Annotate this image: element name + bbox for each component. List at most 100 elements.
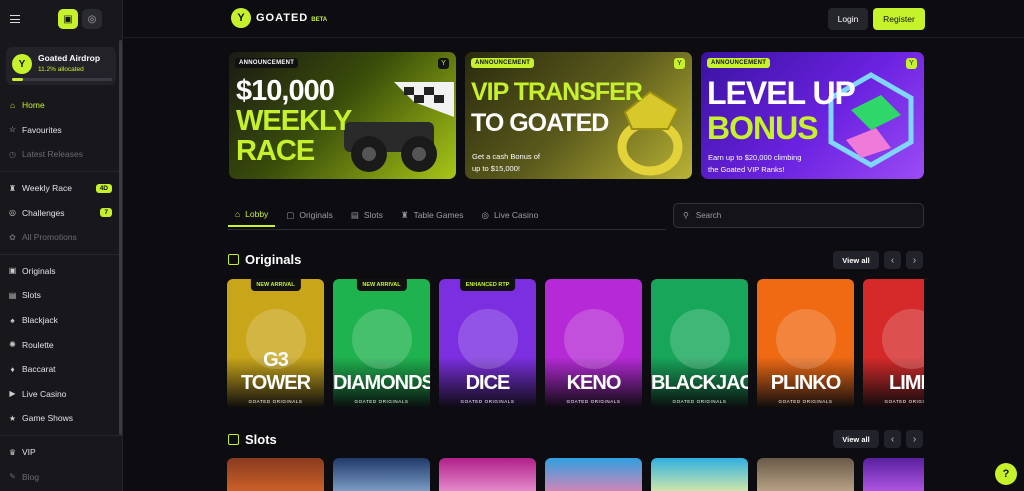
brand-logo[interactable]: Y GOATED BETA [231,8,327,28]
slot-card[interactable] [333,458,430,491]
game-name: DICE [465,372,511,394]
slots-carousel [227,458,924,491]
slots-next-icon[interactable]: › [906,430,923,448]
tab-table-games[interactable]: ♜ Table Games [394,203,471,227]
slots-icon [228,434,239,445]
game-subtitle: GOATED ORIGINALS [566,399,621,404]
search-input[interactable]: ⚲ Search [673,203,924,228]
register-button[interactable]: Register [873,8,925,30]
nav-separator [0,434,122,436]
slots-view-all-button[interactable]: View all [833,430,879,448]
banner-level-up[interactable]: ANNOUNCEMENT Y LEVEL UP BONUS Earn up to… [701,52,924,179]
game-art [775,309,836,369]
sidebar-item-label: Game Shows [22,413,74,424]
star-icon: ☆ [8,125,17,135]
spade-icon: ♠ [10,315,15,325]
sidebar-item-game-shows[interactable]: ★ Game Shows [0,406,122,431]
slot-card[interactable] [863,458,924,491]
sidebar-item-label: Latest Releases [22,149,83,160]
originals-next-icon[interactable]: › [906,251,923,269]
support-chat-icon[interactable]: ? [995,463,1017,485]
search-placeholder: Search [695,211,722,220]
banner-weekly-race[interactable]: ANNOUNCEMENT Y $10,000 WEEKLY RACE [229,52,456,179]
sidebar-item-label: Live Casino [22,388,67,399]
sidebar-item-home[interactable]: ⌂ Home [0,93,122,118]
banner-headline: VIP TRANSFER TO GOATED [471,77,643,139]
game-art [881,309,924,369]
game-name: KENO [566,372,622,394]
tab-label: Lobby [245,209,269,219]
game-subtitle: GOATED ORIGINALS [354,399,409,404]
game-card-keno[interactable]: KENO GOATED ORIGINALS [545,279,642,409]
banner-vip-transfer[interactable]: ANNOUNCEMENT Y VIP TRANSFER TO GOATED Ge… [465,52,692,179]
game-name: DIAMONDS [333,372,430,394]
login-button[interactable]: Login [828,8,868,30]
slots-prev-icon[interactable]: ‹ [884,430,901,448]
banner-sub2: up to $15,000! [472,164,520,173]
slot-card[interactable] [651,458,748,491]
game-subtitle: GOATED ORIGINALS [884,399,924,404]
casino-mode-icon[interactable]: ▣ [58,9,78,29]
slot-card[interactable] [227,458,324,491]
originals-icon [228,254,239,265]
sidebar-item-favourites[interactable]: ☆ Favourites [0,118,122,143]
game-card-dice[interactable]: ENHANCED RTP DICE GOATED ORIGINALS [439,279,536,409]
sidebar: ▣ ◎ Y Goated Airdrop 11.2% allocated ⌂ Ho… [0,0,123,491]
top-bar: Y GOATED BETA Login Register [123,0,1024,38]
tab-icon: ◎ [481,209,489,220]
sidebar-item-roulette[interactable]: ✺ Roulette [0,332,122,357]
sidebar-item-challenges[interactable]: ◎ Challenges 7 [0,200,122,225]
sidebar-item-blog[interactable]: ✎ Blog [0,464,122,489]
game-subtitle: GOATED ORIGINALS [672,399,727,404]
clock-icon: ◷ [9,149,16,159]
tab-lobby[interactable]: ⌂ Lobby [228,203,276,227]
sidebar-top: ▣ ◎ [0,0,122,38]
menu-icon[interactable] [10,15,20,23]
game-name: G3 TOWER [240,349,311,394]
originals-prev-icon[interactable]: ‹ [884,251,901,269]
game-card-plinko[interactable]: PLINKO GOATED ORIGINALS [757,279,854,409]
sidebar-item-weekly-race[interactable]: ♜ Weekly Race 4D [0,176,122,201]
sports-mode-icon[interactable]: ◎ [82,9,102,29]
sidebar-item-vip[interactable]: ♛ VIP [0,440,122,465]
sidebar-item-baccarat[interactable]: ♦ Baccarat [0,357,122,382]
goat-logo-icon: Y [231,8,251,28]
game-art [351,309,412,369]
sidebar-item-blackjack[interactable]: ♠ Blackjack [0,308,122,333]
slot-card[interactable] [545,458,642,491]
slot-card[interactable] [439,458,536,491]
banner-sub1: Earn up to $20,000 climbing [708,153,802,162]
game-name: PLINKO [770,372,842,394]
tab-icon: ▤ [350,209,359,220]
game-name: BLACKJACK [651,372,748,394]
slot-card[interactable] [757,458,854,491]
sidebar-item-latest-releases[interactable]: ◷ Latest Releases [0,142,122,167]
sidebar-item-slots[interactable]: ▤ Slots [0,283,122,308]
goat-corner-icon: Y [674,58,685,69]
game-card-limb[interactable]: LIMB GOATED ORIGINALS [863,279,924,409]
sidebar-item-live-casino[interactable]: ▶ Live Casino [0,382,122,407]
sidebar-item-label: Baccarat [22,364,56,375]
game-tag: NEW ARRIVAL [356,279,407,291]
airdrop-card[interactable]: Y Goated Airdrop 11.2% allocated [6,47,116,85]
slots-icon: ▤ [8,290,17,300]
tab-originals[interactable]: ▢ Originals [279,203,340,227]
trophy-icon: ♜ [8,183,17,193]
originals-carousel: NEW ARRIVAL G3 TOWER GOATED ORIGINALS NEW A… [227,279,924,409]
game-tag: NEW ARRIVAL [250,279,301,291]
banner-line3: RACE [236,135,315,167]
tab-live-casino[interactable]: ◎ Live Casino [475,203,546,227]
game-card-blackjack[interactable]: BLACKJACK GOATED ORIGINALS [651,279,748,409]
sidebar-item-originals[interactable]: ▣ Originals [0,259,122,284]
game-name: LIMB [889,372,924,394]
category-tabs: ⌂ Lobby ▢ Originals ▤ Slots ♜ Table Games ◎ Live … [228,203,666,230]
game-card-g3-tower[interactable]: NEW ARRIVAL G3 TOWER GOATED ORIGINALS [227,279,324,409]
sidebar-scrollbar[interactable] [119,40,122,435]
game-subtitle: GOATED ORIGINALS [248,399,303,404]
tab-slots[interactable]: ▤ Slots [344,203,390,227]
originals-view-all-button[interactable]: View all [833,251,879,269]
game-subtitle: GOATED ORIGINALS [460,399,515,404]
originals-icon: ▣ [8,266,17,276]
sidebar-item-all-promotions[interactable]: ✿ All Promotions [0,225,122,250]
game-card-diamonds[interactable]: NEW ARRIVAL DIAMONDS GOATED ORIGINALS [333,279,430,409]
